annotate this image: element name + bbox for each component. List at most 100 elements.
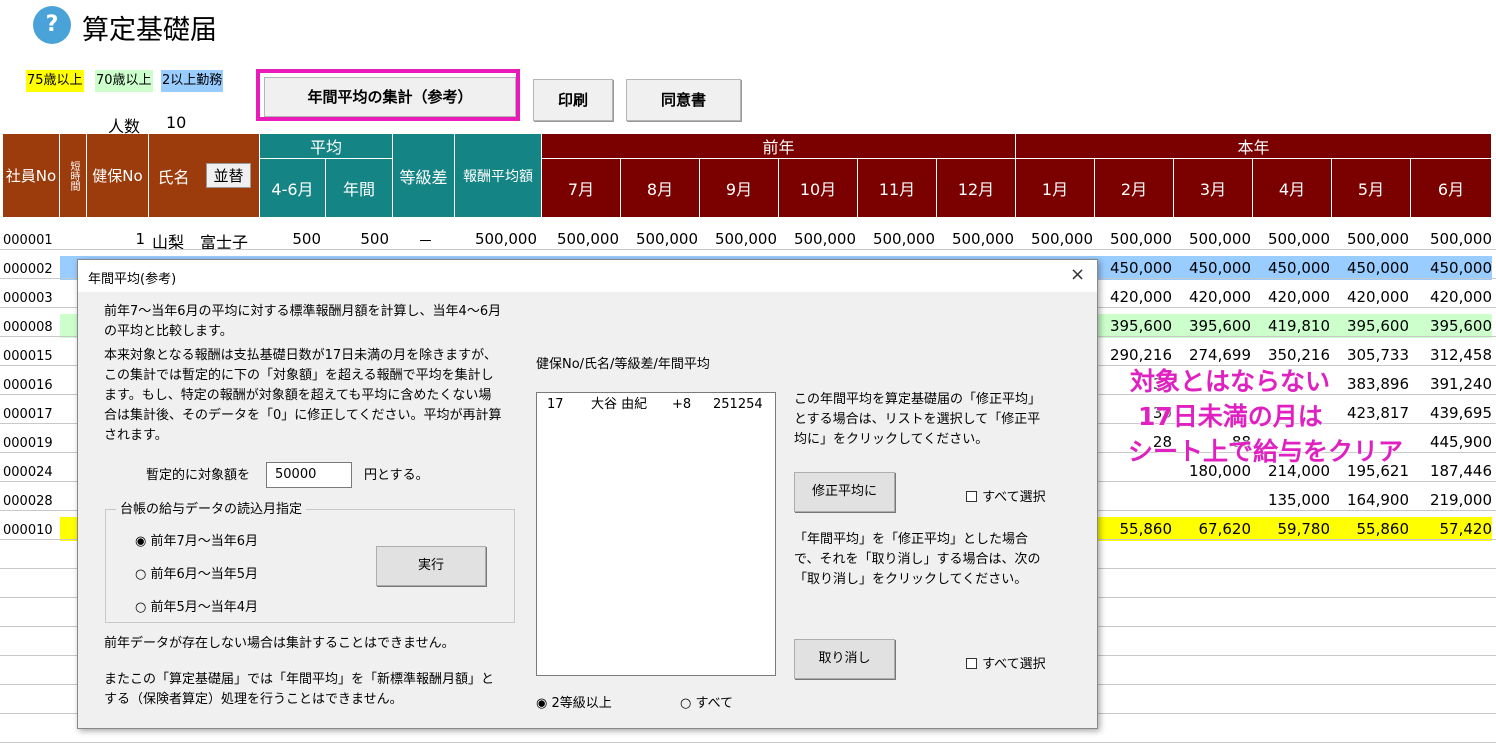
cell-month-value: 219,000 (1429, 491, 1492, 509)
col-month: 3月 (1174, 159, 1253, 218)
col-health-no: 健保No (87, 134, 149, 218)
cancel-description: 「年間平均」を「修正平均」とした場合 で、それを「取り消し」する場合は、次の 「… (794, 530, 1040, 590)
select-all-cancel[interactable]: すべて選択 (966, 653, 1046, 675)
dialog-para2: 本来対象となる報酬は支払基礎日数が17日未満の月を除きますが、 この集計では暫定… (104, 346, 502, 446)
filter-radio-all[interactable]: ○ すべて (680, 692, 733, 711)
cell-month-value: 500,000 (1030, 230, 1093, 248)
close-icon[interactable]: × (1070, 264, 1085, 285)
col-month: 4月 (1253, 159, 1332, 218)
result-listbox[interactable]: 17 大谷 由紀 +8 251254 (536, 392, 776, 676)
col-month: 8月 (621, 159, 700, 218)
cell-month-value: 395,600 (1346, 317, 1409, 335)
cell-month-value: 420,000 (1429, 288, 1492, 306)
col-month: 10月 (779, 159, 858, 218)
cell-month-value: 500,000 (1109, 230, 1172, 248)
col-name: 氏名 並替 (149, 134, 260, 218)
cell-month-value: 55,860 (1356, 520, 1410, 538)
cell-month-value: 395,600 (1429, 317, 1492, 335)
dialog-para1: 前年7～当年6月の平均に対する標準報酬月額を計算し、当年4～6月 の平均と比較し… (104, 302, 501, 342)
cell-month-value: 420,000 (1346, 288, 1409, 306)
filter-radio-2grade[interactable]: ◉ 2等級以上 (536, 692, 612, 711)
radio-selected-icon: ◉ (536, 696, 548, 711)
para2-line: 合は集計後、そのデータを「0」に修正してください。平均が再計算 (104, 408, 502, 423)
list-item-avg: 251254 (713, 397, 763, 412)
select-all-label: すべて選択 (982, 657, 1046, 672)
radio-empty-icon: ○ (135, 600, 147, 615)
col-short-time: 短時間 (60, 134, 87, 218)
para2-line: ます。もし、特定の報酬が対象額を超えても平均に含めたくない場 (104, 388, 492, 403)
desc1-line: とする場合は、リストを選択して「修正平 (794, 412, 1041, 427)
radio-label: すべて (695, 696, 734, 711)
print-button[interactable]: 印刷 (533, 79, 613, 121)
apply-description: この年間平均を算定基礎届の「修正平均」 とする場合は、リストを選択して「修正平 … (794, 390, 1041, 450)
cell-month-value: 500,000 (556, 230, 619, 248)
run-button[interactable]: 実行 (376, 546, 486, 586)
legend-75: 75歳以上 (26, 70, 84, 92)
dialog-title: 年間平均(参考) (88, 272, 177, 287)
para1-line: 前年7～当年6月の平均に対する標準報酬月額を計算し、当年4～6月 (104, 304, 502, 319)
help-icon[interactable]: ? (33, 6, 71, 44)
col-avg-y: 年間 (326, 159, 393, 218)
desc2-line: で、それを「取り消し」する場合は、次の (794, 552, 1041, 567)
desc2-line: 「取り消し」をクリックしてください。 (794, 572, 1028, 587)
cancel-average-button[interactable]: 取り消し (794, 639, 895, 679)
note2-line: またこの「算定基礎届」では「年間平均」を「新標準報酬月額」と (104, 672, 495, 687)
cell-month-value: 312,458 (1429, 346, 1492, 364)
threshold-input[interactable]: 50000 (266, 462, 352, 488)
threshold-suffix: 円とする。 (364, 468, 429, 483)
note-insurer: またこの「算定基礎届」では「年間平均」を「新標準報酬月額」と する（保険者算定）… (104, 670, 494, 710)
desc1-line: この年間平均を算定基礎届の「修正平均」 (794, 392, 1042, 407)
cell-month-value: 450,000 (1109, 259, 1172, 277)
annotation-line-3: シート上で給与をクリア (1128, 437, 1404, 466)
col-name-label: 氏名 (157, 167, 190, 187)
cell-emp-no: 000015 (3, 349, 53, 364)
cell-month-value: 187,446 (1429, 462, 1492, 480)
radio-period-2[interactable]: ○ 前年6月～当年5月 (135, 563, 258, 582)
annual-average-dialog: 年間平均(参考) × 前年7～当年6月の平均に対する標準報酬月額を計算し、当年4… (77, 259, 1098, 729)
dialog-titlebar (78, 260, 1097, 292)
checkbox-icon (966, 491, 977, 502)
read-month-group-title: 台帳の給与データの読込月指定 (116, 500, 307, 520)
radio-selected-icon: ◉ (135, 534, 147, 549)
cell-month-value: 383,896 (1346, 375, 1409, 393)
radio-empty-icon: ○ (135, 567, 147, 582)
cell-month-value: 57,420 (1439, 520, 1493, 538)
col-month: 9月 (700, 159, 779, 218)
radio-empty-icon: ○ (680, 696, 692, 711)
threshold-prefix: 暫定的に対象額を (146, 468, 251, 483)
col-short-label: 短時間 (68, 160, 79, 191)
apply-average-button[interactable]: 修正平均に (794, 472, 895, 512)
cell-avg-q: 500 (292, 230, 321, 248)
row-divider (0, 249, 1496, 250)
radio-period-1[interactable]: ◉ 前年7月～当年6月 (135, 530, 258, 549)
col-average: 平均 (260, 134, 393, 159)
sort-button[interactable]: 並替 (206, 163, 251, 188)
cell-month-value: 500,000 (635, 230, 698, 248)
note-no-prev-data: 前年データが存在しない場合は集計することはできません。 (104, 636, 455, 651)
select-all-apply[interactable]: すべて選択 (966, 486, 1046, 508)
col-month: 5月 (1332, 159, 1411, 218)
list-item-no: 17 (547, 397, 564, 412)
para2-line: 本来対象となる報酬は支払基礎日数が17日未満の月を除きますが、 (104, 348, 497, 363)
radio-label: 前年7月～当年6月 (150, 534, 259, 549)
cell-month-value: 423,817 (1346, 404, 1409, 422)
cell-avg-y: 500 (360, 230, 389, 248)
col-pay-avg: 報酬平均額 (455, 134, 542, 218)
cell-month-value: 420,000 (1109, 288, 1172, 306)
cell-emp-no: 000019 (3, 436, 53, 451)
cell-emp-no: 000001 (3, 233, 53, 248)
cell-emp-no: 000002 (3, 262, 53, 277)
cell-grade-diff: － (418, 232, 434, 250)
radio-label: 前年6月～当年5月 (150, 567, 259, 582)
cell-month-value: 391,240 (1429, 375, 1492, 393)
highlight-box (256, 69, 520, 121)
cell-month-value: 500,000 (1188, 230, 1251, 248)
cell-month-value: 59,780 (1277, 520, 1331, 538)
cell-month-value: 500,000 (951, 230, 1014, 248)
col-month: 1月 (1016, 159, 1095, 218)
cell-month-value: 439,695 (1429, 404, 1492, 422)
cell-month-value: 450,000 (1267, 259, 1330, 277)
cell-emp-no: 000017 (3, 407, 53, 422)
consent-button[interactable]: 同意書 (626, 79, 741, 121)
radio-period-3[interactable]: ○ 前年5月～当年4月 (135, 596, 258, 615)
